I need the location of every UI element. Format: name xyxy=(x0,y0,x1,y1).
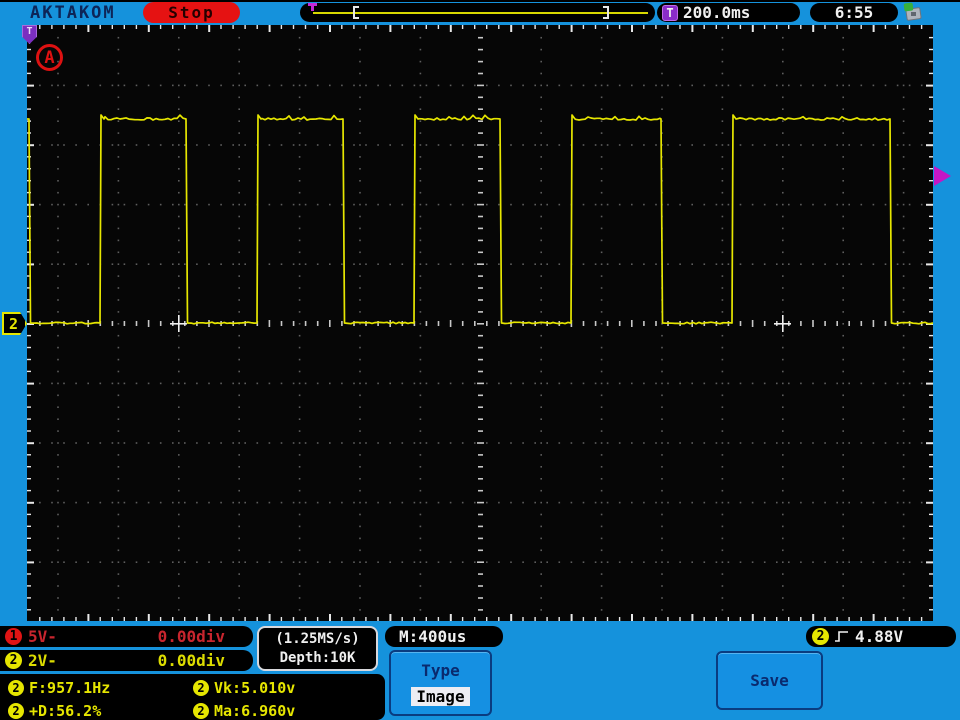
ch1-offset: 0.00div xyxy=(157,627,225,646)
waveform-display xyxy=(27,25,934,623)
measurement-max: 2 Ma:6.960v xyxy=(193,699,393,720)
type-menu-button[interactable]: Type Image xyxy=(389,650,492,716)
trigger-time-readout: T 200.0ms xyxy=(657,3,800,22)
trigger-time-value: 200.0ms xyxy=(683,3,751,22)
save-button[interactable]: Save xyxy=(716,651,823,710)
screen-top-border xyxy=(0,0,960,2)
meas-label: +D:56.2% xyxy=(29,701,102,720)
type-button-value: Image xyxy=(411,687,470,706)
meas-ch-badge: 2 xyxy=(8,702,24,719)
ch1-status: 1 5V- 0.00div xyxy=(0,626,253,647)
ch1-scale: 5V- xyxy=(28,627,57,646)
usb-disk-icon xyxy=(903,2,925,22)
sample-rate: (1.25MS/s) xyxy=(275,630,360,647)
hpos-left-bracket-icon xyxy=(353,6,359,19)
type-button-label: Type xyxy=(421,661,460,680)
ch2-scale: 2V- xyxy=(28,651,57,670)
ch2-offset: 0.00div xyxy=(157,651,225,670)
trigger-level-readout: 2 4.88V xyxy=(806,626,956,647)
hpos-window-line xyxy=(313,12,648,14)
rising-edge-icon xyxy=(835,631,848,642)
meas-ch-badge: 2 xyxy=(8,679,24,696)
ch2-status: 2 2V- 0.00div xyxy=(0,650,253,671)
meas-label: Vk:5.010v xyxy=(214,678,296,697)
measurement-duty: 2 +D:56.2% xyxy=(8,699,193,720)
acquisition-status-badge[interactable]: Stop xyxy=(143,2,240,23)
trigger-source-badge: 2 xyxy=(812,628,829,645)
trigger-t-icon: T xyxy=(662,4,678,21)
ch2-ground-marker: 2 xyxy=(2,312,27,335)
trigger-level-value: 4.88V xyxy=(855,627,904,646)
horizontal-position-indicator xyxy=(300,3,655,22)
hpos-right-bracket-icon xyxy=(603,6,609,19)
meas-ch-badge: 2 xyxy=(193,679,209,696)
measurement-amplitude: 2 Vk:5.010v xyxy=(193,676,393,699)
ch2-badge: 2 xyxy=(5,652,22,669)
meas-label: F:957.1Hz xyxy=(29,678,111,697)
waveform-canvas xyxy=(27,25,934,623)
measurement-frequency: 2 F:957.1Hz xyxy=(8,676,193,699)
hpos-trigger-marker-icon xyxy=(308,3,317,11)
measurements-panel: 2 F:957.1Hz 2 Vk:5.010v 2 +D:56.2% 2 Ma:… xyxy=(0,674,385,720)
ch1-badge: 1 xyxy=(5,628,22,645)
timebase-readout: M:400us xyxy=(385,626,503,647)
brand-logo: AKTAKOM xyxy=(30,3,116,23)
clock: 6:55 xyxy=(810,3,898,22)
auto-mode-badge: A xyxy=(36,44,63,71)
meas-ch-badge: 2 xyxy=(193,702,209,719)
acquisition-info: (1.25MS/s) Depth:10K xyxy=(257,626,378,671)
save-button-label: Save xyxy=(750,671,789,690)
memory-depth: Depth:10K xyxy=(279,649,356,666)
meas-label: Ma:6.960v xyxy=(214,701,296,720)
trigger-level-arrow-icon xyxy=(934,166,951,186)
